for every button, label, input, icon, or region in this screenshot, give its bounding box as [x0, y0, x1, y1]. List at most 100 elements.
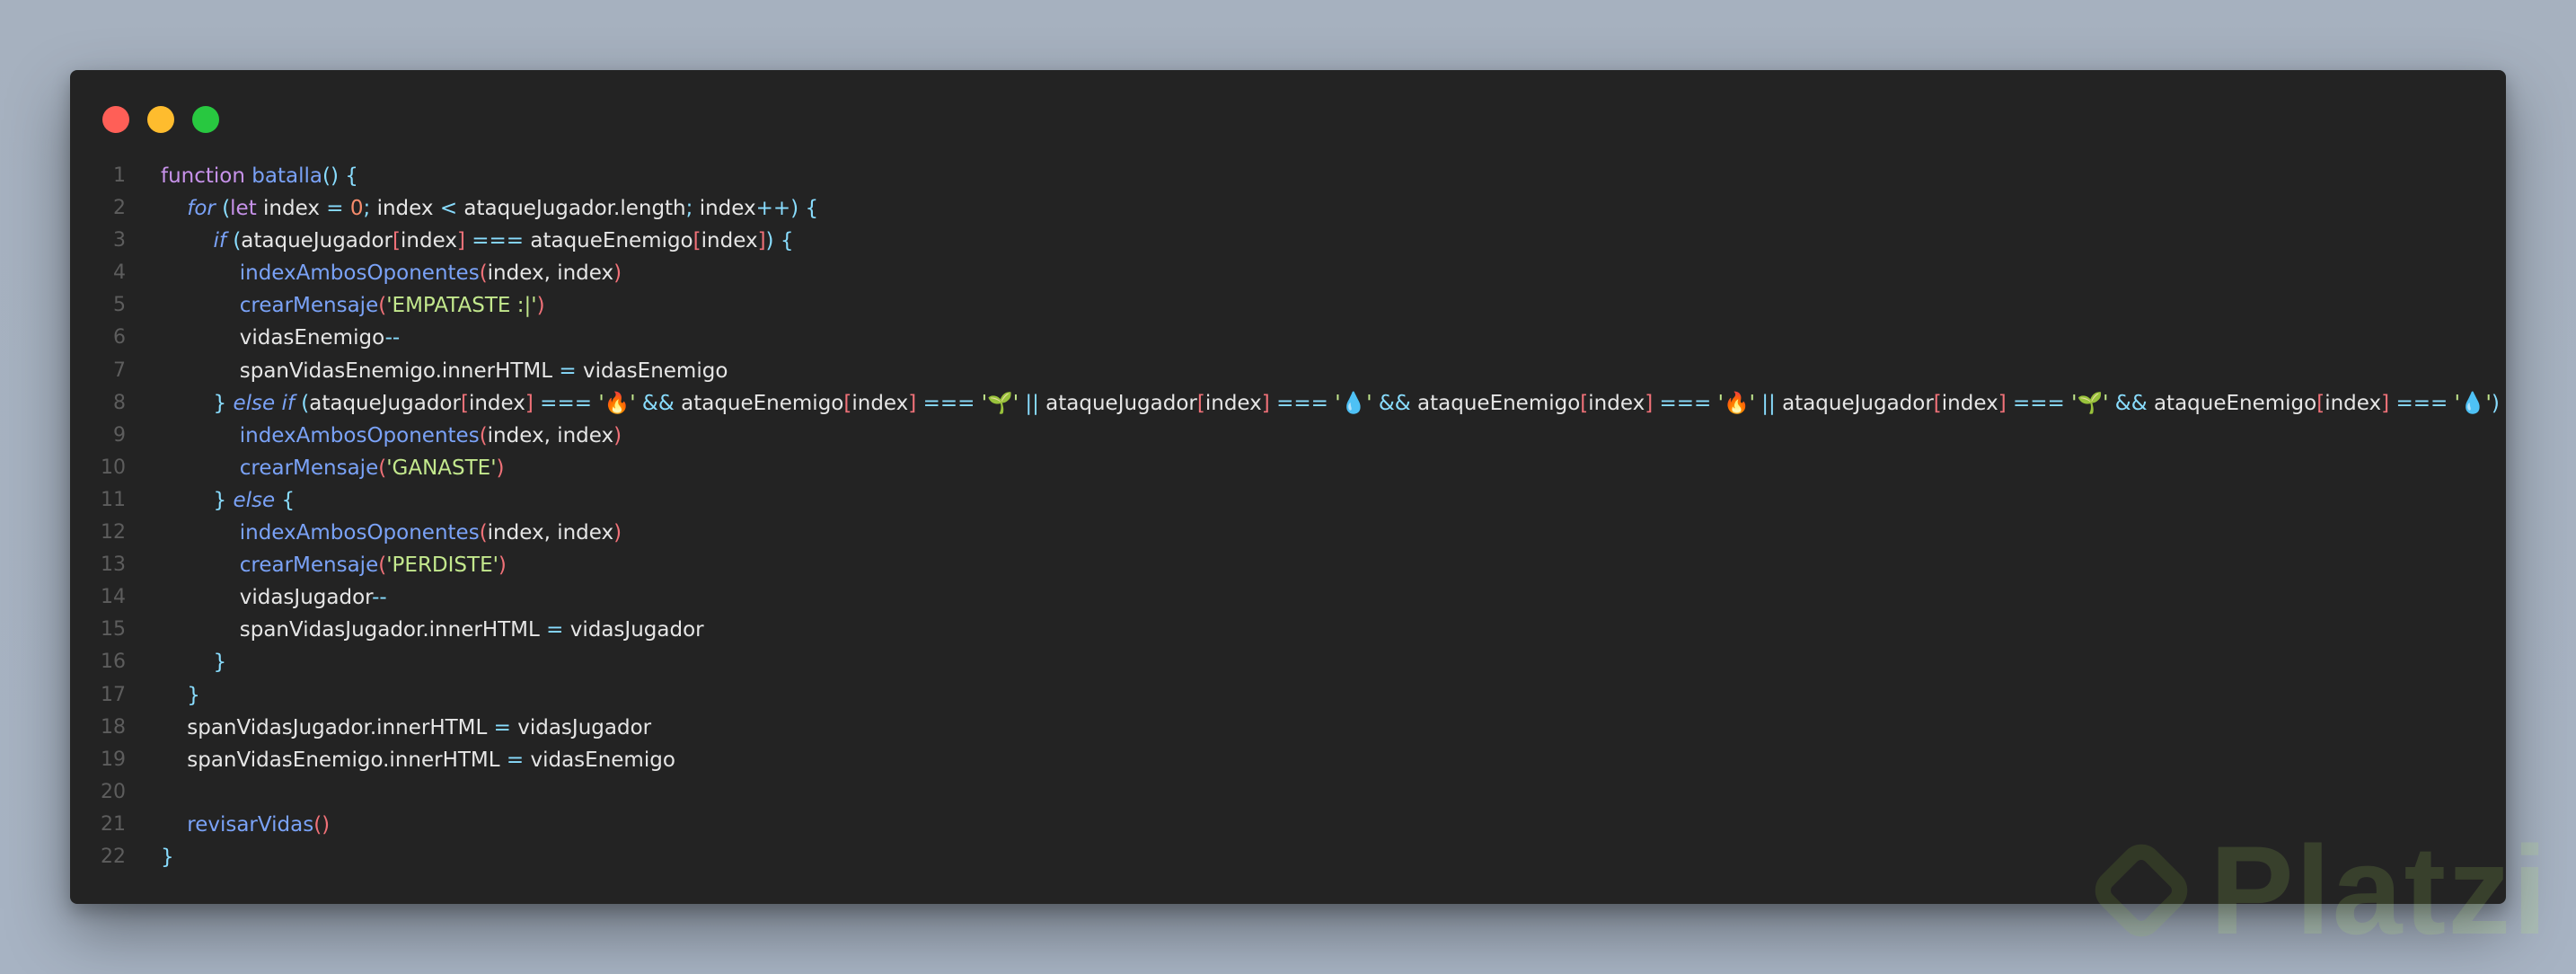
code-token: ] — [2381, 391, 2390, 415]
line-number: 6 — [113, 326, 126, 350]
code-token: index — [2325, 391, 2382, 415]
code-token: && — [641, 391, 675, 415]
line-number: 12 — [101, 521, 126, 545]
code-token: && — [2114, 391, 2148, 415]
code-token: [ — [1580, 391, 1589, 415]
code-token: 0 — [349, 197, 364, 221]
code-token: || — [1761, 391, 1776, 415]
code-line: 4 indexAmbosOponentes(index, index) — [70, 257, 2506, 289]
line-number: 10 — [101, 456, 126, 479]
code-token: = — [326, 197, 344, 221]
code-line: 16 } — [70, 646, 2506, 678]
code-line: 8 } else if (ataqueJugador[index] === '🔥… — [70, 387, 2506, 420]
line-number: 19 — [101, 748, 126, 771]
line-code: indexAmbosOponentes(index, index) — [161, 517, 622, 549]
code-token: index — [693, 197, 756, 221]
code-token: || — [1025, 391, 1039, 415]
code-line: 14 vidasJugador-- — [70, 581, 2506, 614]
line-code: crearMensaje('GANASTE') — [161, 452, 505, 484]
code-token: [ — [393, 229, 401, 253]
line-code: spanVidasJugador.innerHTML = vidasJugado… — [161, 614, 704, 646]
code-token: [ — [2316, 391, 2325, 415]
code-token: '🔥' — [1717, 391, 1755, 415]
code-token: indexAmbosOponentes — [239, 423, 480, 447]
code-line: 10 crearMensaje('GANASTE') — [70, 452, 2506, 484]
code-token: [ — [843, 391, 852, 415]
code-token: ] — [908, 391, 917, 415]
line-code: spanVidasEnemigo.innerHTML = vidasEnemig… — [161, 355, 728, 387]
code-line: 7 spanVidasEnemigo.innerHTML = vidasEnem… — [70, 355, 2506, 387]
code-token: crearMensaje — [239, 294, 379, 318]
code-token: function — [161, 164, 245, 188]
line-code: } else { — [161, 484, 296, 517]
line-code: vidasEnemigo-- — [161, 322, 400, 354]
code-token: 'GANASTE' — [386, 456, 497, 480]
code-token: () — [313, 812, 331, 837]
code-token: } — [213, 391, 234, 415]
line-code: vidasJugador-- — [161, 581, 387, 614]
line-number: 18 — [101, 715, 126, 739]
code-token: ] — [456, 229, 465, 253]
code-token: vidasEnemigo — [161, 326, 385, 350]
code-token: = — [559, 359, 577, 383]
line-number: 15 — [101, 618, 126, 642]
line-code: revisarVidas() — [161, 809, 330, 841]
code-token: } — [213, 488, 234, 512]
code-token: let — [230, 197, 257, 221]
code-token: ( — [378, 456, 387, 480]
window-controls — [102, 106, 219, 133]
line-number: 5 — [113, 294, 126, 317]
line-code: spanVidasEnemigo.innerHTML = vidasEnemig… — [161, 744, 675, 776]
platzi-logo-icon — [2095, 844, 2188, 937]
code-token: = — [506, 748, 525, 772]
minimize-window-button[interactable] — [147, 106, 174, 133]
line-number: 16 — [101, 651, 126, 674]
code-token: ataqueEnemigo — [524, 229, 693, 253]
code-token: index — [1941, 391, 1998, 415]
code-token: < — [439, 197, 458, 221]
code-token: ] — [1998, 391, 2007, 415]
code-token: ) — [613, 261, 622, 286]
code-line: 19 spanVidasEnemigo.innerHTML = vidasEne… — [70, 744, 2506, 776]
line-code: if (ataqueJugador[index] === ataqueEnemi… — [161, 225, 794, 257]
code-token: '💧' — [2454, 391, 2492, 415]
code-token: ( — [378, 294, 387, 318]
code-token: else if — [233, 391, 295, 415]
line-code: for (let index = 0; index < ataqueJugado… — [161, 192, 818, 225]
code-token: spanVidasJugador.innerHTML — [161, 618, 547, 642]
line-code: } — [161, 841, 174, 873]
code-token: ] — [525, 391, 534, 415]
code-token: ataqueEnemigo — [674, 391, 844, 415]
maximize-window-button[interactable] — [192, 106, 219, 133]
code-line: 2 for (let index = 0; index < ataqueJuga… — [70, 192, 2506, 225]
code-token: ++) { — [755, 197, 819, 221]
code-token: === — [1659, 391, 1712, 415]
code-token: === — [922, 391, 975, 415]
code-token: { — [275, 488, 296, 512]
close-window-button[interactable] — [102, 106, 129, 133]
line-number: 13 — [101, 553, 126, 577]
code-token: index — [851, 391, 909, 415]
code-token: === — [472, 229, 525, 253]
code-token: spanVidasJugador.innerHTML — [161, 715, 494, 739]
code-token: ( — [301, 391, 310, 415]
code-line: 5 crearMensaje('EMPATASTE :|') — [70, 289, 2506, 322]
line-number: 2 — [113, 197, 126, 220]
code-token: () { — [322, 164, 358, 188]
code-token: vidasEnemigo — [576, 359, 728, 383]
code-token: vidasJugador — [563, 618, 704, 642]
